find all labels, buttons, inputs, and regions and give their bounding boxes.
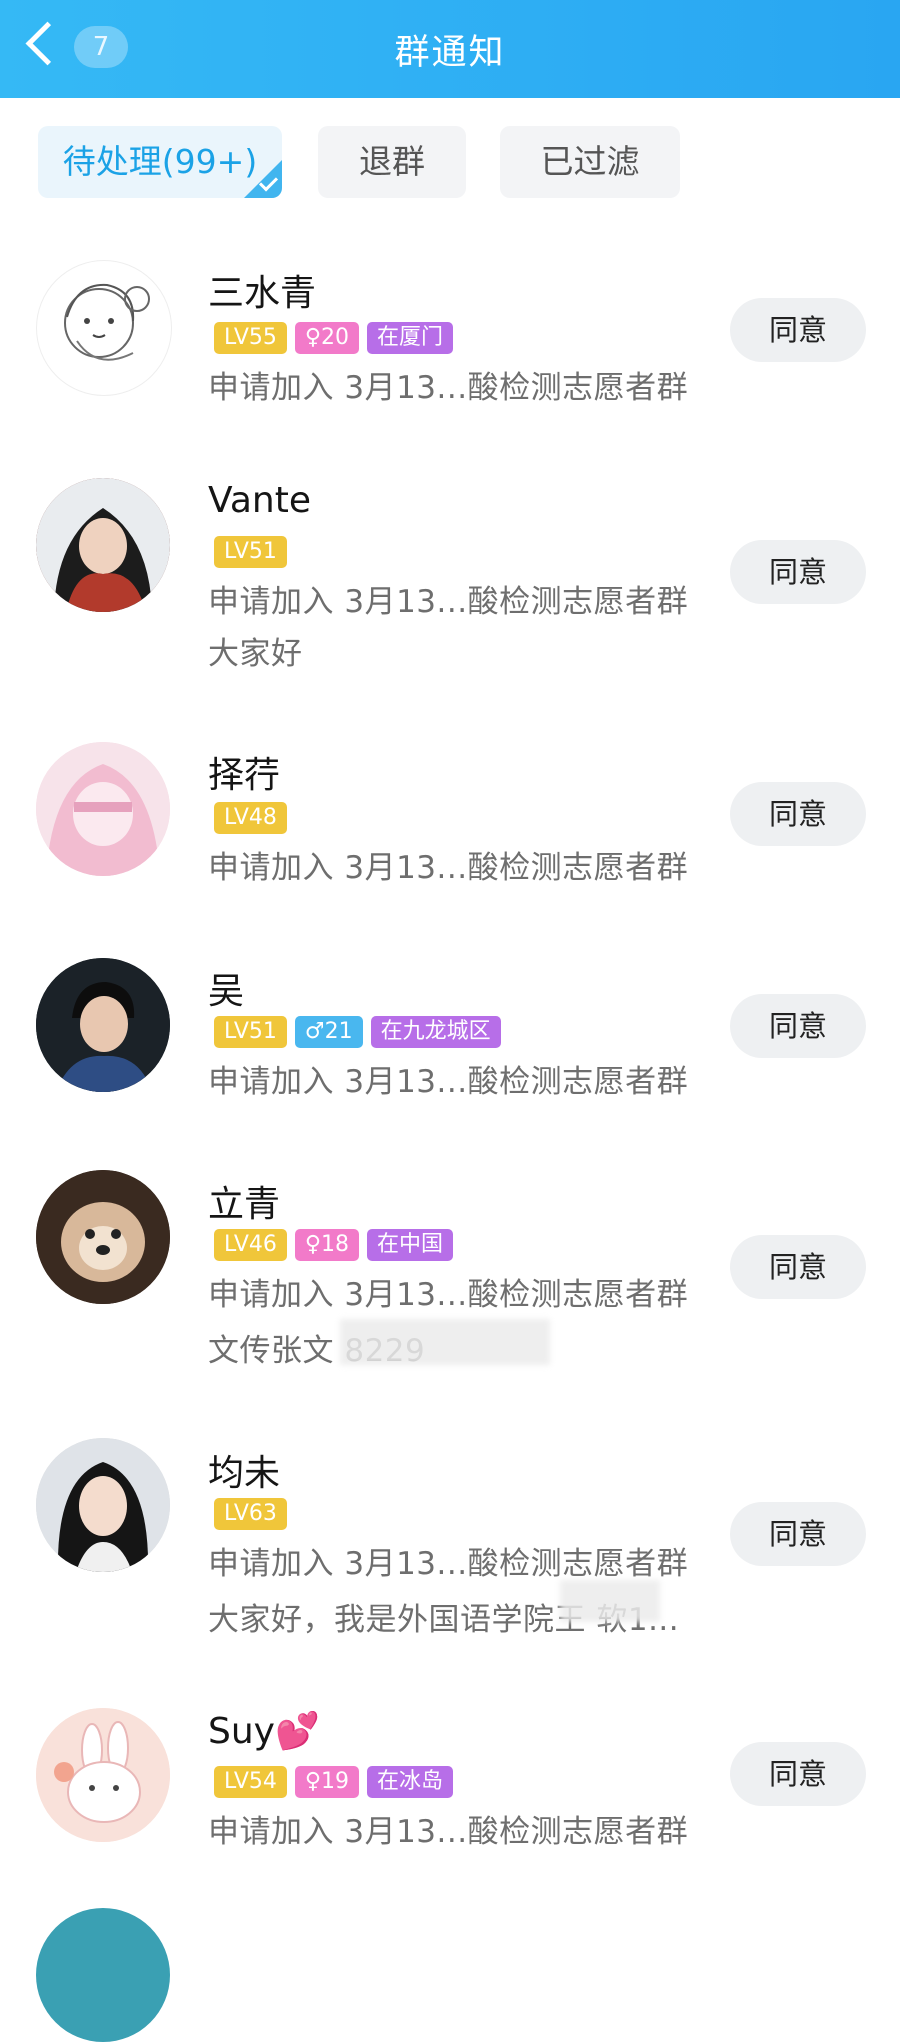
avatar[interactable] [36,260,172,396]
gender-age-tag: ♀18 [294,1229,360,1261]
user-name: Vante [208,480,311,521]
request-text: 申请加入 3月13...酸检测志愿者群 [208,1546,689,1582]
user-tags: LV46 ♀18 在中国 [214,1229,461,1261]
user-tags: LV54 ♀19 在冰岛 [214,1766,461,1798]
tab-pending-label: 待处理(99+) [62,142,258,181]
avatar[interactable] [36,478,170,612]
agree-button[interactable]: 同意 [730,540,866,604]
tab-left-group[interactable]: 退群 [318,126,466,198]
request-row[interactable]: 立青 LV46 ♀18 在中国 申请加入 3月13...酸检测志愿者群 文传张文 8… [0,1165,900,1395]
level-tag: LV63 [214,1498,287,1530]
request-row[interactable]: 吴 LV51 ♂21 在九龙城区 申请加入 3月13...酸检测志愿者群 同意 [0,950,900,1130]
user-name: 吴 [208,971,245,1012]
level-tag: LV48 [214,802,287,834]
avatar[interactable] [36,1708,170,1842]
header-bar: 7 群通知 [0,0,900,98]
avatar[interactable] [36,1438,170,1572]
age-text: 18 [321,1232,350,1257]
location-tag: 在冰岛 [367,1766,454,1798]
female-icon: ♀ [304,1232,322,1257]
request-row[interactable]: Suy💕 LV54 ♀19 在冰岛 申请加入 3月13...酸检测志愿者群 同意 [0,1700,900,1880]
user-name: Suy💕 [208,1711,320,1752]
level-tag: LV51 [214,536,287,568]
location-tag: 在中国 [367,1229,454,1261]
request-text: 申请加入 3月13...酸检测志愿者群 [208,1277,689,1313]
level-tag: LV54 [214,1766,287,1798]
avatar[interactable] [36,958,170,1092]
age-text: 20 [321,325,350,350]
redaction-mask [560,1580,660,1622]
user-tags: LV51 [214,536,295,568]
avatar[interactable] [36,1170,170,1304]
page-title: 群通知 [394,33,506,73]
level-tag: LV55 [214,322,287,354]
user-name: 三水青 [208,273,317,314]
gender-age-tag: ♂21 [294,1016,363,1048]
request-message: 大家好 [208,636,303,672]
agree-button[interactable]: 同意 [730,298,866,362]
agree-button[interactable]: 同意 [730,1235,866,1299]
agree-button[interactable]: 同意 [730,1502,866,1566]
request-row[interactable]: 均未 LV63 申请加入 3月13...酸检测志愿者群 大家好，我是外国语学院王… [0,1430,900,1650]
user-tags: LV51 ♂21 在九龙城区 [214,1016,509,1048]
request-text: 申请加入 3月13...酸检测志愿者群 [208,584,689,620]
location-tag: 在厦门 [367,322,454,354]
request-row[interactable]: 择荇 LV48 申请加入 3月13...酸检测志愿者群 同意 [0,730,900,910]
location-tag: 在九龙城区 [370,1016,501,1048]
female-icon: ♀ [304,1769,322,1794]
age-text: 19 [321,1769,350,1794]
user-tags: LV63 [214,1498,295,1530]
avatar[interactable] [36,742,170,876]
request-row[interactable]: 三水青 LV55 ♀20 在厦门 申请加入 3月13...酸检测志愿者群 同意 [0,250,900,430]
agree-button[interactable]: 同意 [730,1742,866,1806]
agree-button[interactable]: 同意 [730,782,866,846]
user-name: 均未 [208,1453,281,1494]
female-icon: ♀ [304,325,322,350]
request-text: 申请加入 3月13...酸检测志愿者群 [208,1814,689,1850]
tab-pending[interactable]: 待处理(99+) [38,126,282,198]
request-row[interactable]: Vante LV51 申请加入 3月13...酸检测志愿者群 大家好 同意 [0,462,900,682]
avatar[interactable] [36,1908,170,2042]
level-tag: LV46 [214,1229,287,1261]
user-name: 择荇 [208,755,281,796]
gender-age-tag: ♀19 [294,1766,360,1798]
tab-filtered[interactable]: 已过滤 [500,126,680,198]
request-text: 申请加入 3月13...酸检测志愿者群 [208,850,689,886]
user-tags: LV55 ♀20 在厦门 [214,322,461,354]
age-text: 21 [324,1019,353,1044]
request-text: 申请加入 3月13...酸检测志愿者群 [208,1064,689,1100]
user-tags: LV48 [214,802,295,834]
redaction-mask [340,1319,550,1365]
user-name: 立青 [208,1184,281,1225]
agree-button[interactable]: 同意 [730,994,866,1058]
request-text: 申请加入 3月13...酸检测志愿者群 [208,370,689,406]
level-tag: LV51 [214,1016,287,1048]
gender-age-tag: ♀20 [294,322,360,354]
male-icon: ♂ [304,1019,325,1044]
